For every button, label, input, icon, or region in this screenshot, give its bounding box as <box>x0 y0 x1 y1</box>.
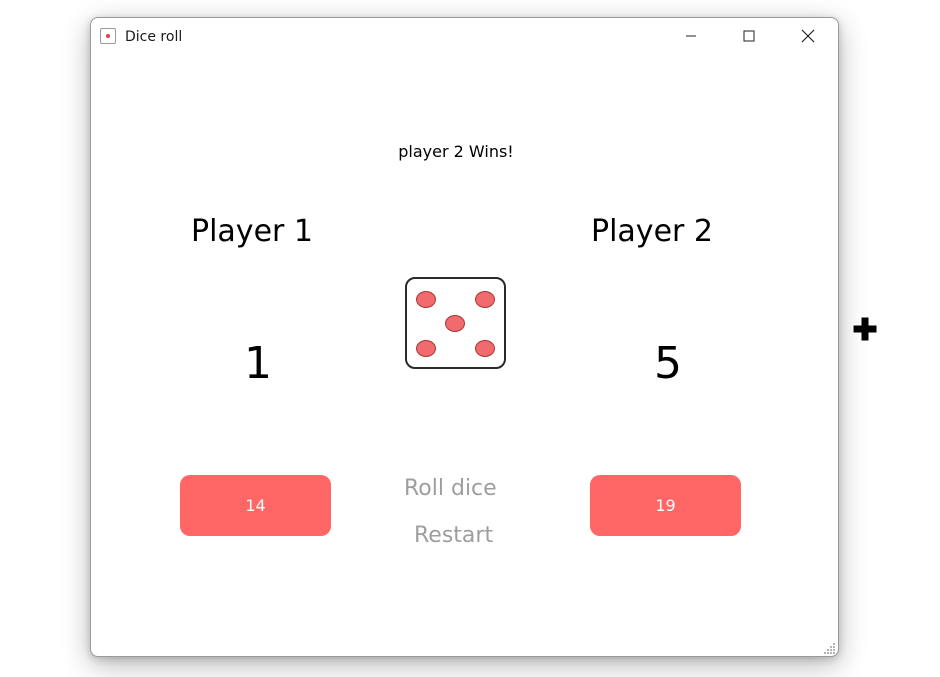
player-2-roll: 5 <box>654 338 682 389</box>
maximize-icon <box>743 30 755 42</box>
app-window: Dice roll player 2 Wins! Player 1 Player <box>90 17 839 657</box>
dice-pip <box>445 315 465 332</box>
dice-face <box>405 277 506 369</box>
player-1-roll: 1 <box>244 338 272 389</box>
winner-status: player 2 Wins! <box>398 142 514 161</box>
dice-pip <box>475 340 495 357</box>
dice-icon <box>100 28 116 44</box>
title-bar[interactable]: Dice roll <box>91 18 838 56</box>
maximize-button[interactable] <box>726 18 772 54</box>
crosshair-plus-cursor-icon <box>852 316 878 342</box>
close-button[interactable] <box>785 18 831 54</box>
minimize-button[interactable] <box>668 18 714 54</box>
player-2-label: Player 2 <box>591 214 713 249</box>
desktop: Dice roll player 2 Wins! Player 1 Player <box>0 0 940 677</box>
window-title: Dice roll <box>125 29 183 45</box>
minimize-icon <box>686 35 696 37</box>
close-icon <box>801 29 815 43</box>
resize-grip-icon[interactable] <box>824 642 836 654</box>
dice-pip <box>416 291 436 308</box>
roll-dice-button[interactable]: Roll dice <box>404 476 497 501</box>
player-1-total-button[interactable]: 14 <box>180 475 331 536</box>
player-1-label: Player 1 <box>191 214 313 249</box>
dice-pip <box>416 340 436 357</box>
player-2-total-button[interactable]: 19 <box>590 475 741 536</box>
dice-pip <box>475 291 495 308</box>
restart-button[interactable]: Restart <box>414 523 493 548</box>
